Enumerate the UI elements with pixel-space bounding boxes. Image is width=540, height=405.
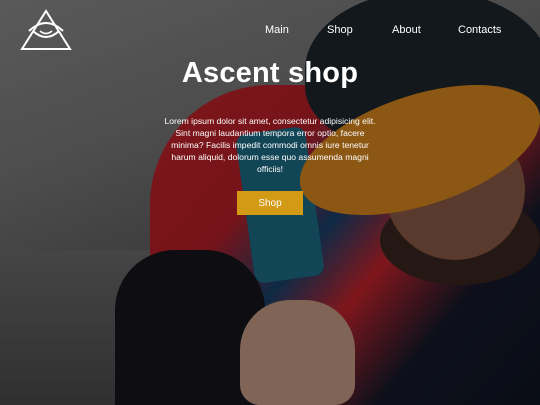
nav-item-about[interactable]: About: [392, 22, 421, 38]
hero-section: Main Shop About Contacts Ascent shop Lor…: [0, 0, 540, 405]
nav-item-main[interactable]: Main: [265, 22, 289, 38]
nav-item-shop[interactable]: Shop: [327, 22, 353, 38]
main-nav: Main Shop About Contacts: [0, 22, 540, 38]
shop-button[interactable]: Shop: [237, 191, 303, 215]
page-title: Ascent shop: [181, 57, 359, 89]
hero-description: Lorem ipsum dolor sit amet, consectetur …: [164, 116, 376, 174]
nav-item-contacts[interactable]: Contacts: [458, 22, 501, 38]
